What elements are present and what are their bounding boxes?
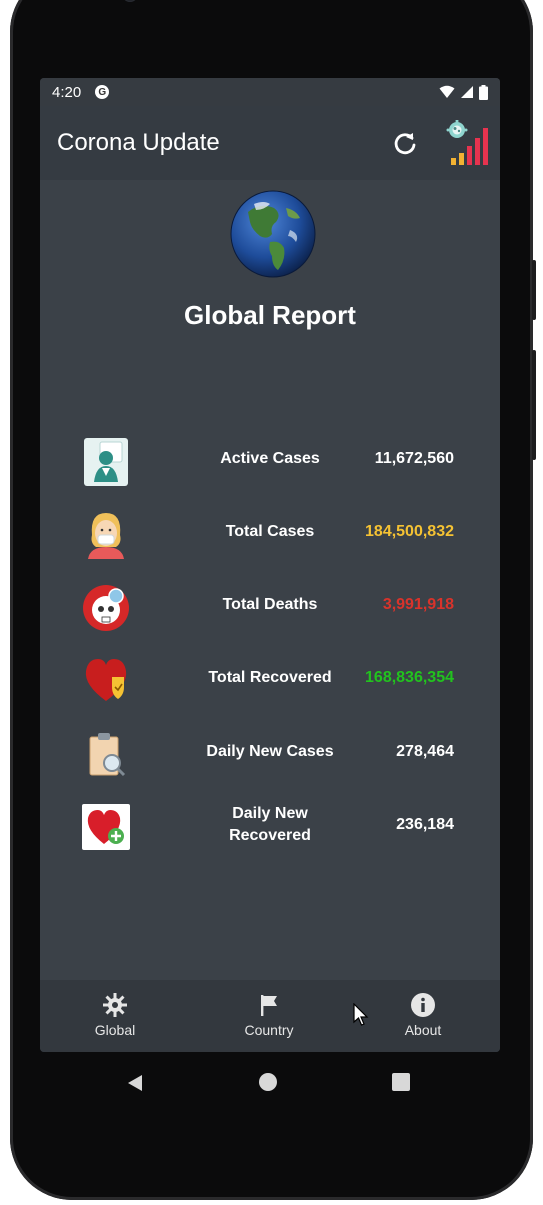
stat-value: 3,991,918: [382, 596, 454, 613]
system-navigation-bar: [0, 1060, 543, 1110]
nav-label: Global: [94, 1022, 136, 1038]
stat-label: Active Cases: [220, 450, 320, 467]
wifi-icon: [439, 85, 455, 98]
nav-label: About: [404, 1022, 442, 1038]
bottom-navigation: Global Country About: [40, 980, 500, 1052]
status-time: 4:20: [52, 83, 82, 101]
info-icon: [411, 993, 435, 1017]
heart-shield-icon: [85, 659, 127, 701]
globe-icon: [230, 190, 316, 278]
nav-country[interactable]: Country: [224, 992, 314, 1038]
stat-row-active-cases: Active Cases 11,672,560: [40, 428, 500, 488]
app-screen: 4:20 G Corona Update Global Report Activ…: [40, 78, 500, 1052]
stat-value: 11,672,560: [374, 450, 454, 467]
clipboard-search-icon: [89, 733, 126, 777]
front-camera: [122, 0, 138, 2]
nav-about[interactable]: About: [378, 992, 468, 1038]
gear-icon: [103, 993, 127, 1017]
virus-stats-icon[interactable]: [445, 120, 489, 166]
volume-button[interactable]: [532, 260, 536, 320]
recents-icon[interactable]: [392, 1073, 410, 1091]
signal-icon: [461, 86, 473, 98]
stat-label: Daily New Recovered: [229, 805, 311, 844]
mouse-cursor-icon: [353, 1003, 369, 1026]
report-title: Global Report: [184, 300, 356, 330]
status-bar: 4:20 G: [40, 78, 500, 106]
stat-row-total-deaths: Total Deaths 3,991,918: [40, 574, 500, 634]
stat-value: 278,464: [396, 743, 454, 760]
nav-label: Country: [244, 1022, 294, 1038]
stat-value: 236,184: [396, 816, 454, 833]
power-button[interactable]: [532, 350, 536, 460]
back-icon[interactable]: [125, 1073, 145, 1093]
skull-virus-icon: [83, 585, 129, 631]
app-bar: Corona Update: [40, 106, 500, 180]
heart-plus-icon: [82, 804, 130, 850]
stat-value: 184,500,832: [365, 523, 454, 540]
doctor-icon: [84, 438, 128, 486]
stat-row-daily-new-recovered: Daily New Recovered 236,184: [40, 794, 500, 854]
home-icon[interactable]: [259, 1073, 277, 1091]
battery-icon: [479, 84, 488, 100]
refresh-icon[interactable]: [392, 130, 418, 156]
stat-row-total-cases: Total Cases 184,500,832: [40, 501, 500, 561]
stat-value: 168,836,354: [365, 669, 454, 686]
stat-row-daily-new-cases: Daily New Cases 278,464: [40, 721, 500, 781]
notification-icon: G: [95, 85, 110, 99]
stat-row-total-recovered: Total Recovered 168,836,354: [40, 647, 500, 707]
stat-label: Total Deaths: [222, 596, 318, 613]
patient-mask-icon: [88, 513, 124, 559]
stat-label: Total Recovered: [208, 669, 332, 686]
stat-label: Daily New Cases: [206, 743, 334, 760]
stat-label: Total Cases: [225, 523, 315, 540]
flag-icon: [261, 995, 277, 1016]
nav-global[interactable]: Global: [70, 992, 160, 1038]
app-title: Corona Update: [57, 129, 220, 156]
